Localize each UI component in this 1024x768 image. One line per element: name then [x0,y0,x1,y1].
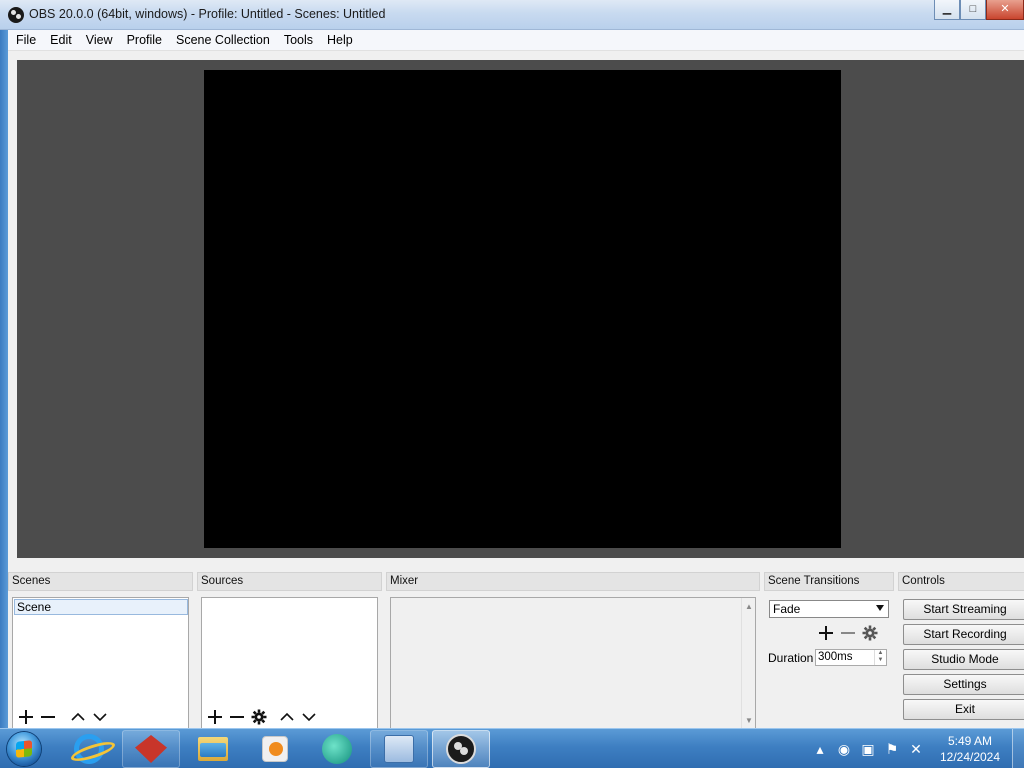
taskbar-app-red[interactable] [122,730,180,768]
obs-window: OBS 20.0.0 (64bit, windows) - Profile: U… [0,0,1024,728]
chevron-down-icon[interactable] [298,707,320,727]
action-center-flag-icon[interactable]: ⚑ [880,741,904,758]
mixer-dock-title: Mixer [386,572,760,591]
window-title: OBS 20.0.0 (64bit, windows) - Profile: U… [29,7,386,21]
preview-area[interactable] [17,60,1024,558]
sources-dock-title: Sources [197,572,382,591]
obs-app-icon [8,7,24,23]
duration-label: Duration [768,651,814,665]
maximize-button[interactable]: □ [960,0,986,20]
clock-date: 12/24/2024 [939,750,1001,764]
start-recording-button[interactable]: Start Recording [903,624,1024,645]
gear-icon[interactable] [248,707,270,727]
menu-file[interactable]: File [8,30,43,51]
taskbar: ▴ ◉ ▣ ⚑ ✕ 5:49 AM 12/24/2024 [0,728,1024,768]
taskbar-internet-explorer[interactable] [60,730,118,768]
toolbar-separator [59,707,67,727]
sources-toolbar [204,707,320,727]
obs-icon [446,734,476,764]
chevron-up-icon[interactable] [276,707,298,727]
duration-value: 300ms [818,651,853,663]
preview-canvas[interactable] [204,70,841,548]
remove-icon[interactable] [226,707,248,727]
menu-scene-collection[interactable]: Scene Collection [169,30,277,51]
title-bar[interactable]: OBS 20.0.0 (64bit, windows) - Profile: U… [0,0,1024,30]
taskbar-media-player[interactable] [246,730,304,768]
teal-app-icon [322,734,352,764]
folder-icon [198,737,228,761]
control-panel-icon [384,735,414,763]
start-button[interactable] [4,731,44,767]
studio-mode-button[interactable]: Studio Mode [903,649,1024,670]
transition-select-value: Fade [773,602,801,616]
remove-icon[interactable] [37,707,59,727]
scroll-up-arrow[interactable]: ▲ [745,602,753,611]
add-icon[interactable] [204,707,226,727]
scene-list-item[interactable]: Scene [14,599,188,615]
taskbar-app-teal[interactable] [308,730,366,768]
gear-icon[interactable] [859,623,881,643]
remove-icon[interactable] [837,623,859,643]
clock-time: 5:49 AM [947,734,993,748]
scroll-down-arrow[interactable]: ▼ [745,716,753,725]
close-button[interactable]: ✕ [986,0,1024,20]
controls-dock-title: Controls [898,572,1024,591]
show-hidden-icons-icon[interactable]: ▴ [808,741,832,758]
add-icon[interactable] [15,707,37,727]
menu-help[interactable]: Help [320,30,360,51]
menu-tools[interactable]: Tools [277,30,320,51]
system-tray: ▴ ◉ ▣ ⚑ ✕ 5:49 AM 12/24/2024 [808,729,1024,768]
clock[interactable]: 5:49 AM 12/24/2024 [928,733,1012,765]
internet-explorer-icon [74,734,104,764]
exit-button[interactable]: Exit [903,699,1024,720]
settings-button[interactable]: Settings [903,674,1024,695]
start-streaming-button[interactable]: Start Streaming [903,599,1024,620]
chevron-down-icon[interactable] [89,707,111,727]
scenes-toolbar [15,707,111,727]
dropdown-arrow-icon [876,605,884,611]
mixer-scrollbar[interactable]: ▲ ▼ [741,598,755,728]
red-app-icon [135,735,167,763]
chevron-up-icon[interactable] [67,707,89,727]
menu-bar: File Edit View Profile Scene Collection … [8,30,1024,51]
menu-view[interactable]: View [79,30,120,51]
media-player-icon [262,736,288,762]
show-desktop-button[interactable] [1012,729,1024,768]
window-frame-left [0,0,8,728]
menu-profile[interactable]: Profile [120,30,169,51]
taskbar-control-panel[interactable] [370,730,428,768]
transitions-toolbar [815,623,881,643]
scenes-dock-title: Scenes [8,572,193,591]
duration-spinbox[interactable]: 300ms ▲ ▼ [815,649,887,666]
menu-edit[interactable]: Edit [43,30,79,51]
window-controls: ▁ □ ✕ [934,0,1024,20]
obs-tray-icon[interactable]: ◉ [832,741,856,758]
mixer-panel[interactable]: ▲ ▼ [390,597,756,728]
taskbar-file-explorer[interactable] [184,730,242,768]
windows-logo-icon [7,732,41,766]
scene-transitions-dock-title: Scene Transitions [764,572,894,591]
volume-muted-icon[interactable]: ✕ [904,741,928,758]
taskbar-obs[interactable] [432,730,490,768]
transition-select[interactable]: Fade [769,600,889,618]
minimize-button[interactable]: ▁ [934,0,960,20]
spin-arrows-icon[interactable]: ▲ ▼ [874,650,886,665]
add-icon[interactable] [815,623,837,643]
network-icon[interactable]: ▣ [856,741,880,758]
